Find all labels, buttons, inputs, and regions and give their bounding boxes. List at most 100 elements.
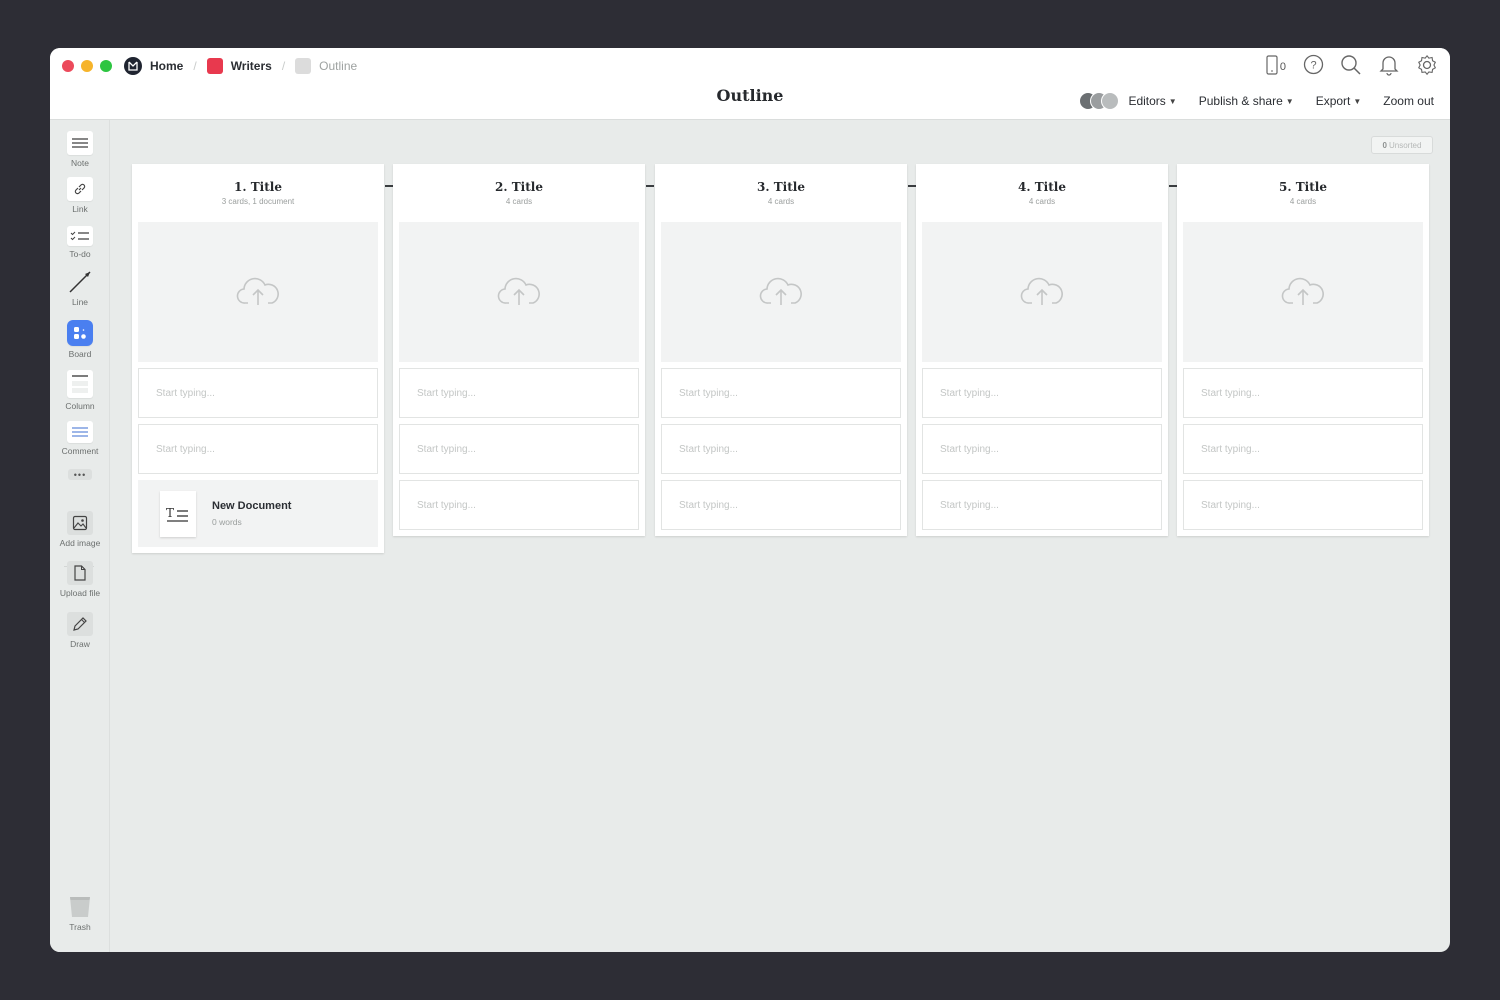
column-header[interactable]: 5. Title 4 cards [1177,164,1429,222]
close-window-button[interactable] [62,60,74,72]
column-connector [646,185,654,187]
breadcrumb-separator: / [281,59,286,73]
column-title[interactable]: 4. Title [1018,180,1066,194]
gear-icon [1416,54,1438,81]
image-drop-zone[interactable] [922,222,1162,362]
note-card[interactable]: Start typing... [661,480,901,530]
maximize-window-button[interactable] [100,60,112,72]
breadcrumb-writers[interactable]: Writers [206,58,272,74]
more-icon: ••• [68,469,92,480]
export-button[interactable]: Export ▼ [1316,94,1362,108]
tool-add-image[interactable]: Add image [50,511,110,548]
note-card[interactable]: Start typing... [661,424,901,474]
column[interactable]: 3. Title 4 cards Start typing... Start typi… [655,164,907,536]
tool-comment[interactable]: Comment [50,421,110,456]
notifications-button[interactable] [1378,55,1400,78]
note-card[interactable]: Start typing... [399,424,639,474]
column-title[interactable]: 1. Title [234,180,282,194]
file-icon [67,561,93,585]
publish-share-button[interactable]: Publish & share ▼ [1199,94,1294,108]
note-card[interactable]: Start typing... [1183,480,1423,530]
note-card[interactable]: Start typing... [922,480,1162,530]
note-card[interactable]: Start typing... [1183,368,1423,418]
cloud-upload-icon [759,273,803,312]
note-card[interactable]: Start typing... [922,424,1162,474]
tool-note[interactable]: Note [50,131,110,168]
column-header[interactable]: 1. Title 3 cards, 1 document [132,164,384,222]
column-title[interactable]: 3. Title [757,180,805,194]
breadcrumb-home[interactable]: Home [124,57,183,75]
tool-label: Board [68,349,92,359]
note-card[interactable]: Start typing... [922,368,1162,418]
card-placeholder: Start typing... [156,443,215,455]
card-placeholder: Start typing... [1201,443,1260,455]
tool-label: Note [71,158,89,168]
tool-draw[interactable]: Draw [50,612,110,649]
svg-text:?: ? [1310,60,1316,72]
breadcrumb-label: Home [150,59,184,73]
breadcrumb-outline[interactable]: Outline [295,58,357,74]
tool-line[interactable]: Line [50,270,110,307]
tool-board[interactable]: Board [50,320,110,359]
tool-todo[interactable]: To-do [50,226,110,259]
breadcrumb-separator: / [193,59,197,73]
devices-button[interactable]: 0 [1266,54,1286,78]
image-drop-zone[interactable] [138,222,378,362]
zoom-out-button[interactable]: Zoom out [1383,94,1434,108]
image-drop-zone[interactable] [661,222,901,362]
card-placeholder: Start typing... [940,499,999,511]
card-placeholder: Start typing... [940,443,999,455]
column-header[interactable]: 2. Title 4 cards [393,164,645,222]
column[interactable]: 4. Title 4 cards Start typing... Start typi… [916,164,1168,536]
breadcrumb-label: Writers [230,59,272,73]
zoom-out-label: Zoom out [1383,94,1434,108]
image-drop-zone[interactable] [399,222,639,362]
note-card[interactable]: Start typing... [138,368,378,418]
column[interactable]: 1. Title 3 cards, 1 document Start typing.… [132,164,384,553]
tool-trash[interactable]: Trash [50,895,110,932]
board-icon [67,320,93,346]
help-icon: ? [1303,54,1324,80]
svg-text:T: T [166,506,174,520]
publish-label: Publish & share [1198,94,1283,108]
note-icon [67,131,93,155]
column[interactable]: 2. Title 4 cards Start typing... Start typi… [393,164,645,536]
editor-avatars [1079,92,1120,110]
column-title[interactable]: 5. Title [1279,180,1327,194]
cloud-upload-icon [236,273,280,312]
column[interactable]: 5. Title 4 cards Start typing... Start typi… [1177,164,1429,536]
tool-column[interactable]: Column [50,370,110,411]
link-icon [67,177,93,201]
help-button[interactable]: ? [1302,54,1324,80]
note-card[interactable]: Start typing... [138,424,378,474]
minimize-window-button[interactable] [81,60,93,72]
card-placeholder: Start typing... [1201,499,1260,511]
column-title[interactable]: 2. Title [495,180,543,194]
column-header[interactable]: 3. Title 4 cards [655,164,907,222]
board-color-icon [295,58,312,74]
note-card[interactable]: Start typing... [661,368,901,418]
settings-button[interactable] [1416,54,1438,81]
note-card[interactable]: Start typing... [1183,424,1423,474]
document-card[interactable]: T New Document 0 words [138,480,378,547]
search-button[interactable] [1340,54,1362,78]
top-icons: 0 ? [1266,54,1438,81]
column-count: 4 cards [505,197,533,206]
document-word-count: 0 words [212,517,242,527]
card-placeholder: Start typing... [679,387,738,399]
note-card[interactable]: Start typing... [399,480,639,530]
editors-button[interactable]: Editors ▼ [1079,92,1177,110]
breadcrumb-label: Outline [319,59,358,73]
image-drop-zone[interactable] [1183,222,1423,362]
column-header[interactable]: 4. Title 4 cards [916,164,1168,222]
tool-more[interactable]: ••• [50,469,110,480]
tool-upload-file[interactable]: Upload file [50,561,110,598]
tool-link[interactable]: Link [50,177,110,214]
column-connector [1169,185,1177,187]
card-placeholder: Start typing... [417,443,476,455]
column-count: 4 cards [1289,197,1317,206]
unsorted-button[interactable]: 0 Unsorted [1371,136,1433,154]
tool-label: Link [72,204,88,214]
tool-label: Trash [69,922,91,932]
note-card[interactable]: Start typing... [399,368,639,418]
